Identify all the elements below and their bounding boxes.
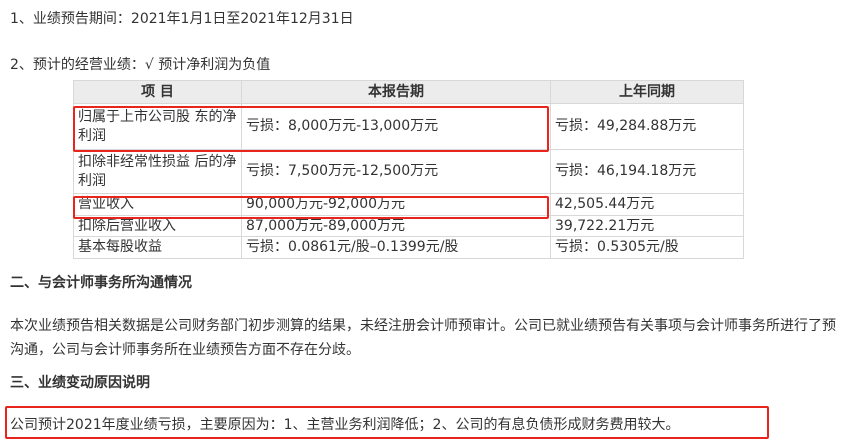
table-row: 基本每股收益 亏损：0.0861元/股–0.1399元/股 亏损：0.5305元… xyxy=(73,236,744,259)
row-item: 扣除非经常性损益 后的净利润 xyxy=(73,149,242,194)
table-header-row: 项 目 本报告期 上年同期 xyxy=(73,80,744,104)
header-previous-period: 上年同期 xyxy=(550,80,744,104)
forecast-period-text: 1、业绩预告期间：2021年1月1日至2021年12月31日 xyxy=(10,11,354,27)
expected-performance-text: 2、预计的经营业绩：√ 预计净利润为负值 xyxy=(10,57,271,73)
row-previous: 亏损：0.5305元/股 xyxy=(550,236,744,259)
row-previous: 亏损：49,284.88万元 xyxy=(550,103,744,150)
header-current-period: 本报告期 xyxy=(241,80,551,104)
section-change-reason-title: 三、业绩变动原因说明 xyxy=(10,375,150,391)
section-communication-text: 本次业绩预告相关数据是公司财务部门初步测算的结果，未经注册会计师预审计。公司已就… xyxy=(10,318,836,358)
row-item: 基本每股收益 xyxy=(73,236,242,259)
row-current: 亏损：0.0861元/股–0.1399元/股 xyxy=(241,236,551,259)
row-previous: 亏损：46,194.18万元 xyxy=(550,149,744,194)
row-previous: 42,505.44万元 xyxy=(550,193,744,216)
header-item: 项 目 xyxy=(73,80,242,104)
row-current: 亏损：7,500万元-12,500万元 xyxy=(241,149,551,194)
highlight-box-net-profit xyxy=(73,106,549,152)
section-communication-title: 二、与会计师事务所沟通情况 xyxy=(10,275,192,291)
highlight-box-reason xyxy=(5,406,769,439)
row-previous: 39,722.21万元 xyxy=(550,215,744,237)
highlight-box-revenue xyxy=(73,196,549,219)
table-row: 扣除非经常性损益 后的净利润 亏损：7,500万元-12,500万元 亏损：46… xyxy=(73,149,744,194)
